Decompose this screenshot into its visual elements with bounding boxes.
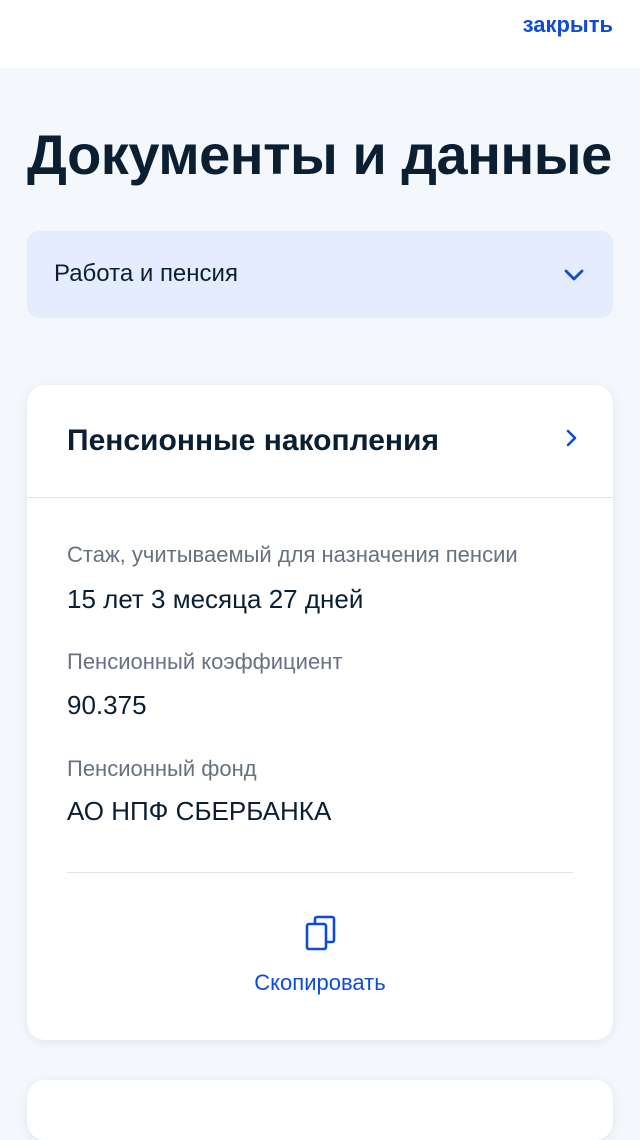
divider [67, 872, 573, 873]
copy-button[interactable]: Скопировать [227, 910, 413, 1000]
page-title: Документы и данные [27, 123, 612, 186]
seniority-value: 15 лет 3 месяца 27 дней [67, 584, 364, 614]
top-bar: закрыть [0, 0, 640, 68]
pension-coefficient-value: 90.375 [67, 690, 147, 720]
seniority-label: Стаж, учитываемый для назначения пенсии [67, 542, 518, 567]
category-select[interactable]: Работа и пенсия [27, 231, 613, 318]
next-card[interactable] [27, 1080, 613, 1140]
chevron-down-icon [564, 269, 584, 281]
category-select-value: Работа и пенсия [54, 260, 238, 287]
copy-icon [305, 915, 336, 951]
chevron-right-icon [566, 429, 577, 447]
pension-fund-value: АО НПФ СБЕРБАНКА [67, 796, 332, 826]
pension-savings-card-header[interactable]: Пенсионные накопления [27, 385, 613, 498]
card-title: Пенсионные накопления [67, 424, 439, 457]
close-link[interactable]: закрыть [523, 12, 613, 38]
pension-savings-card: Пенсионные накопления Стаж, учитываемый … [27, 385, 613, 1040]
copy-button-label: Скопировать [254, 970, 386, 995]
pension-fund-label: Пенсионный фонд [67, 756, 257, 781]
pension-coefficient-label: Пенсионный коэффициент [67, 649, 343, 674]
